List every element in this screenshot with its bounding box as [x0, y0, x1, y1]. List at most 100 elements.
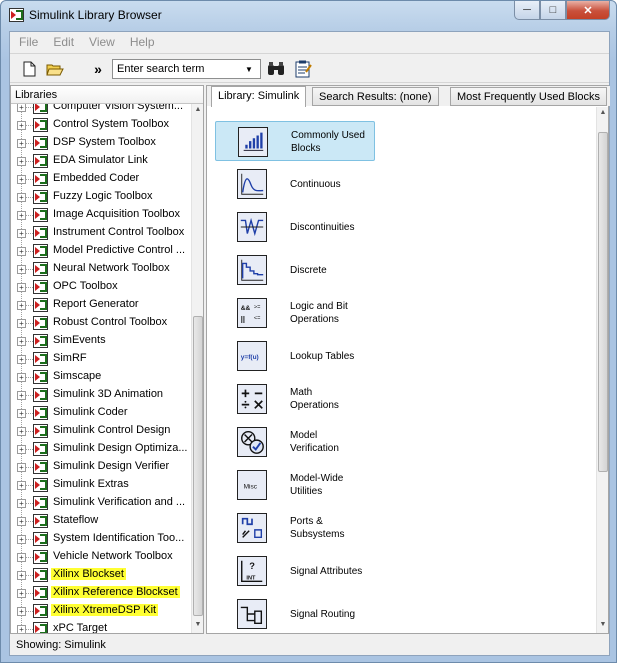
scroll-up-icon[interactable]: ▲	[597, 107, 609, 119]
expand-icon[interactable]: +	[17, 409, 26, 418]
expand-icon[interactable]: +	[17, 355, 26, 364]
expand-icon[interactable]: +	[17, 427, 26, 436]
tab-library-simulink[interactable]: Library: Simulink	[211, 86, 307, 107]
sublibrary-item[interactable]: Model Verification	[215, 422, 375, 462]
library-tree-item[interactable]: + Model Predictive Control ...	[11, 242, 191, 260]
menu-view[interactable]: View	[89, 35, 115, 49]
library-tree-item[interactable]: + Control System Toolbox	[11, 116, 191, 134]
expand-icon[interactable]: +	[17, 337, 26, 346]
sublibrary-item[interactable]: Math Operations	[215, 379, 375, 419]
library-tree-item[interactable]: + EDA Simulator Link	[11, 152, 191, 170]
expand-icon[interactable]: +	[17, 193, 26, 202]
library-tree-item[interactable]: + Simulink Extras	[11, 476, 191, 494]
search-input[interactable]	[113, 63, 240, 75]
library-tree-item[interactable]: + Neural Network Toolbox	[11, 260, 191, 278]
expand-icon[interactable]: +	[17, 553, 26, 562]
expand-icon[interactable]: +	[17, 301, 26, 310]
tab-most-frequently-used[interactable]: Most Frequently Used Blocks	[450, 87, 608, 106]
sublibrary-item[interactable]: ? INT Signal Attributes	[215, 551, 375, 591]
expand-icon[interactable]: +	[17, 607, 26, 616]
library-tree-item[interactable]: + Simulink Control Design	[11, 422, 191, 440]
sublibrary-item[interactable]: Discontinuities	[215, 207, 375, 247]
expand-icon[interactable]: +	[17, 373, 26, 382]
expand-icon[interactable]: +	[17, 283, 26, 292]
expand-icon[interactable]: +	[17, 571, 26, 580]
maximize-button[interactable]: □	[540, 1, 566, 20]
sublibrary-item[interactable]: Discrete	[215, 250, 375, 290]
content-scrollbar[interactable]: ▲ ▼	[596, 107, 608, 633]
library-tree-item[interactable]: + Simulink Design Optimiza...	[11, 440, 191, 458]
library-tree-item[interactable]: + Fuzzy Logic Toolbox	[11, 188, 191, 206]
expand-icon[interactable]: +	[17, 139, 26, 148]
sublibrary-item[interactable]: Ports & Subsystems	[215, 508, 375, 548]
sublibrary-item[interactable]: Continuous	[215, 164, 375, 204]
library-tree-item[interactable]: + Xilinx Reference Blockset	[11, 584, 191, 602]
new-model-button[interactable]	[19, 59, 39, 79]
library-tree-item[interactable]: + OPC Toolbox	[11, 278, 191, 296]
expand-icon[interactable]: +	[17, 625, 26, 633]
expand-icon[interactable]: +	[17, 157, 26, 166]
library-tree[interactable]: + Computer Vision System... + Control Syste…	[11, 104, 191, 633]
sublibrary-item[interactable]: Commonly Used Blocks	[215, 121, 375, 161]
sublibrary-item[interactable]: && >= || <= Logic and Bit Operations	[215, 293, 375, 333]
menu-file[interactable]: File	[19, 35, 38, 49]
expand-icon[interactable]: +	[17, 265, 26, 274]
libraries-scrollbar[interactable]: ▲ ▼	[191, 104, 203, 633]
expand-icon[interactable]: +	[17, 445, 26, 454]
library-tree-item[interactable]: + Simulink Verification and ...	[11, 494, 191, 512]
library-properties-button[interactable]	[293, 59, 313, 79]
expand-icon[interactable]: +	[17, 481, 26, 490]
scroll-down-icon[interactable]: ▼	[192, 619, 204, 631]
expand-icon[interactable]: +	[17, 175, 26, 184]
close-button[interactable]: ✕	[566, 1, 610, 20]
library-tree-item[interactable]: + Instrument Control Toolbox	[11, 224, 191, 242]
toolbar-overflow-button[interactable]: »	[88, 59, 108, 79]
library-tree-item[interactable]: + Image Acquisition Toolbox	[11, 206, 191, 224]
library-tree-item[interactable]: + Computer Vision System...	[11, 104, 191, 116]
library-tree-item[interactable]: + Robust Control Toolbox	[11, 314, 191, 332]
sublibrary-item[interactable]: Misc Model-Wide Utilities	[215, 465, 375, 505]
expand-icon[interactable]: +	[17, 211, 26, 220]
library-tree-item[interactable]: + Vehicle Network Toolbox	[11, 548, 191, 566]
expand-icon[interactable]: +	[17, 104, 26, 112]
library-tree-item[interactable]: + Simulink Coder	[11, 404, 191, 422]
expand-icon[interactable]: +	[17, 391, 26, 400]
minimize-button[interactable]: ─	[514, 1, 540, 20]
library-tree-item[interactable]: + System Identification Too...	[11, 530, 191, 548]
open-model-button[interactable]	[45, 59, 65, 79]
expand-icon[interactable]: +	[17, 229, 26, 238]
expand-icon[interactable]: +	[17, 121, 26, 130]
search-combobox[interactable]: ▼	[112, 59, 261, 79]
library-tree-item[interactable]: + Simulink Design Verifier	[11, 458, 191, 476]
tab-search-results[interactable]: Search Results: (none)	[312, 87, 439, 106]
expand-icon[interactable]: +	[17, 589, 26, 598]
scroll-up-icon[interactable]: ▲	[192, 104, 204, 116]
library-tree-item[interactable]: + Xilinx Blockset	[11, 566, 191, 584]
library-tree-item[interactable]: + xPC Target	[11, 620, 191, 633]
libraries-scroll-thumb[interactable]	[193, 316, 203, 616]
expand-icon[interactable]: +	[17, 499, 26, 508]
library-tree-item[interactable]: + SimRF	[11, 350, 191, 368]
expand-icon[interactable]: +	[17, 517, 26, 526]
library-tree-item[interactable]: + DSP System Toolbox	[11, 134, 191, 152]
library-tree-item[interactable]: + Simscape	[11, 368, 191, 386]
sublibrary-item[interactable]: Signal Routing	[215, 594, 375, 633]
menu-help[interactable]: Help	[130, 35, 155, 49]
library-tree-item[interactable]: + Simulink 3D Animation	[11, 386, 191, 404]
title-bar[interactable]: Simulink Library Browser ─ □ ✕	[1, 1, 616, 29]
expand-icon[interactable]: +	[17, 535, 26, 544]
expand-icon[interactable]: +	[17, 247, 26, 256]
library-tree-item[interactable]: + Embedded Coder	[11, 170, 191, 188]
library-tree-item[interactable]: + Stateflow	[11, 512, 191, 530]
library-tree-item[interactable]: + SimEvents	[11, 332, 191, 350]
scroll-down-icon[interactable]: ▼	[597, 619, 609, 631]
menu-edit[interactable]: Edit	[53, 35, 74, 49]
expand-icon[interactable]: +	[17, 319, 26, 328]
content-scroll-thumb[interactable]	[598, 132, 608, 472]
library-tree-item[interactable]: + Xilinx XtremeDSP Kit	[11, 602, 191, 620]
sublibrary-item[interactable]: y=f(u) Lookup Tables	[215, 336, 375, 376]
find-button[interactable]	[266, 59, 286, 79]
expand-icon[interactable]: +	[17, 463, 26, 472]
search-dropdown-button[interactable]: ▼	[240, 60, 258, 78]
library-tree-item[interactable]: + Report Generator	[11, 296, 191, 314]
